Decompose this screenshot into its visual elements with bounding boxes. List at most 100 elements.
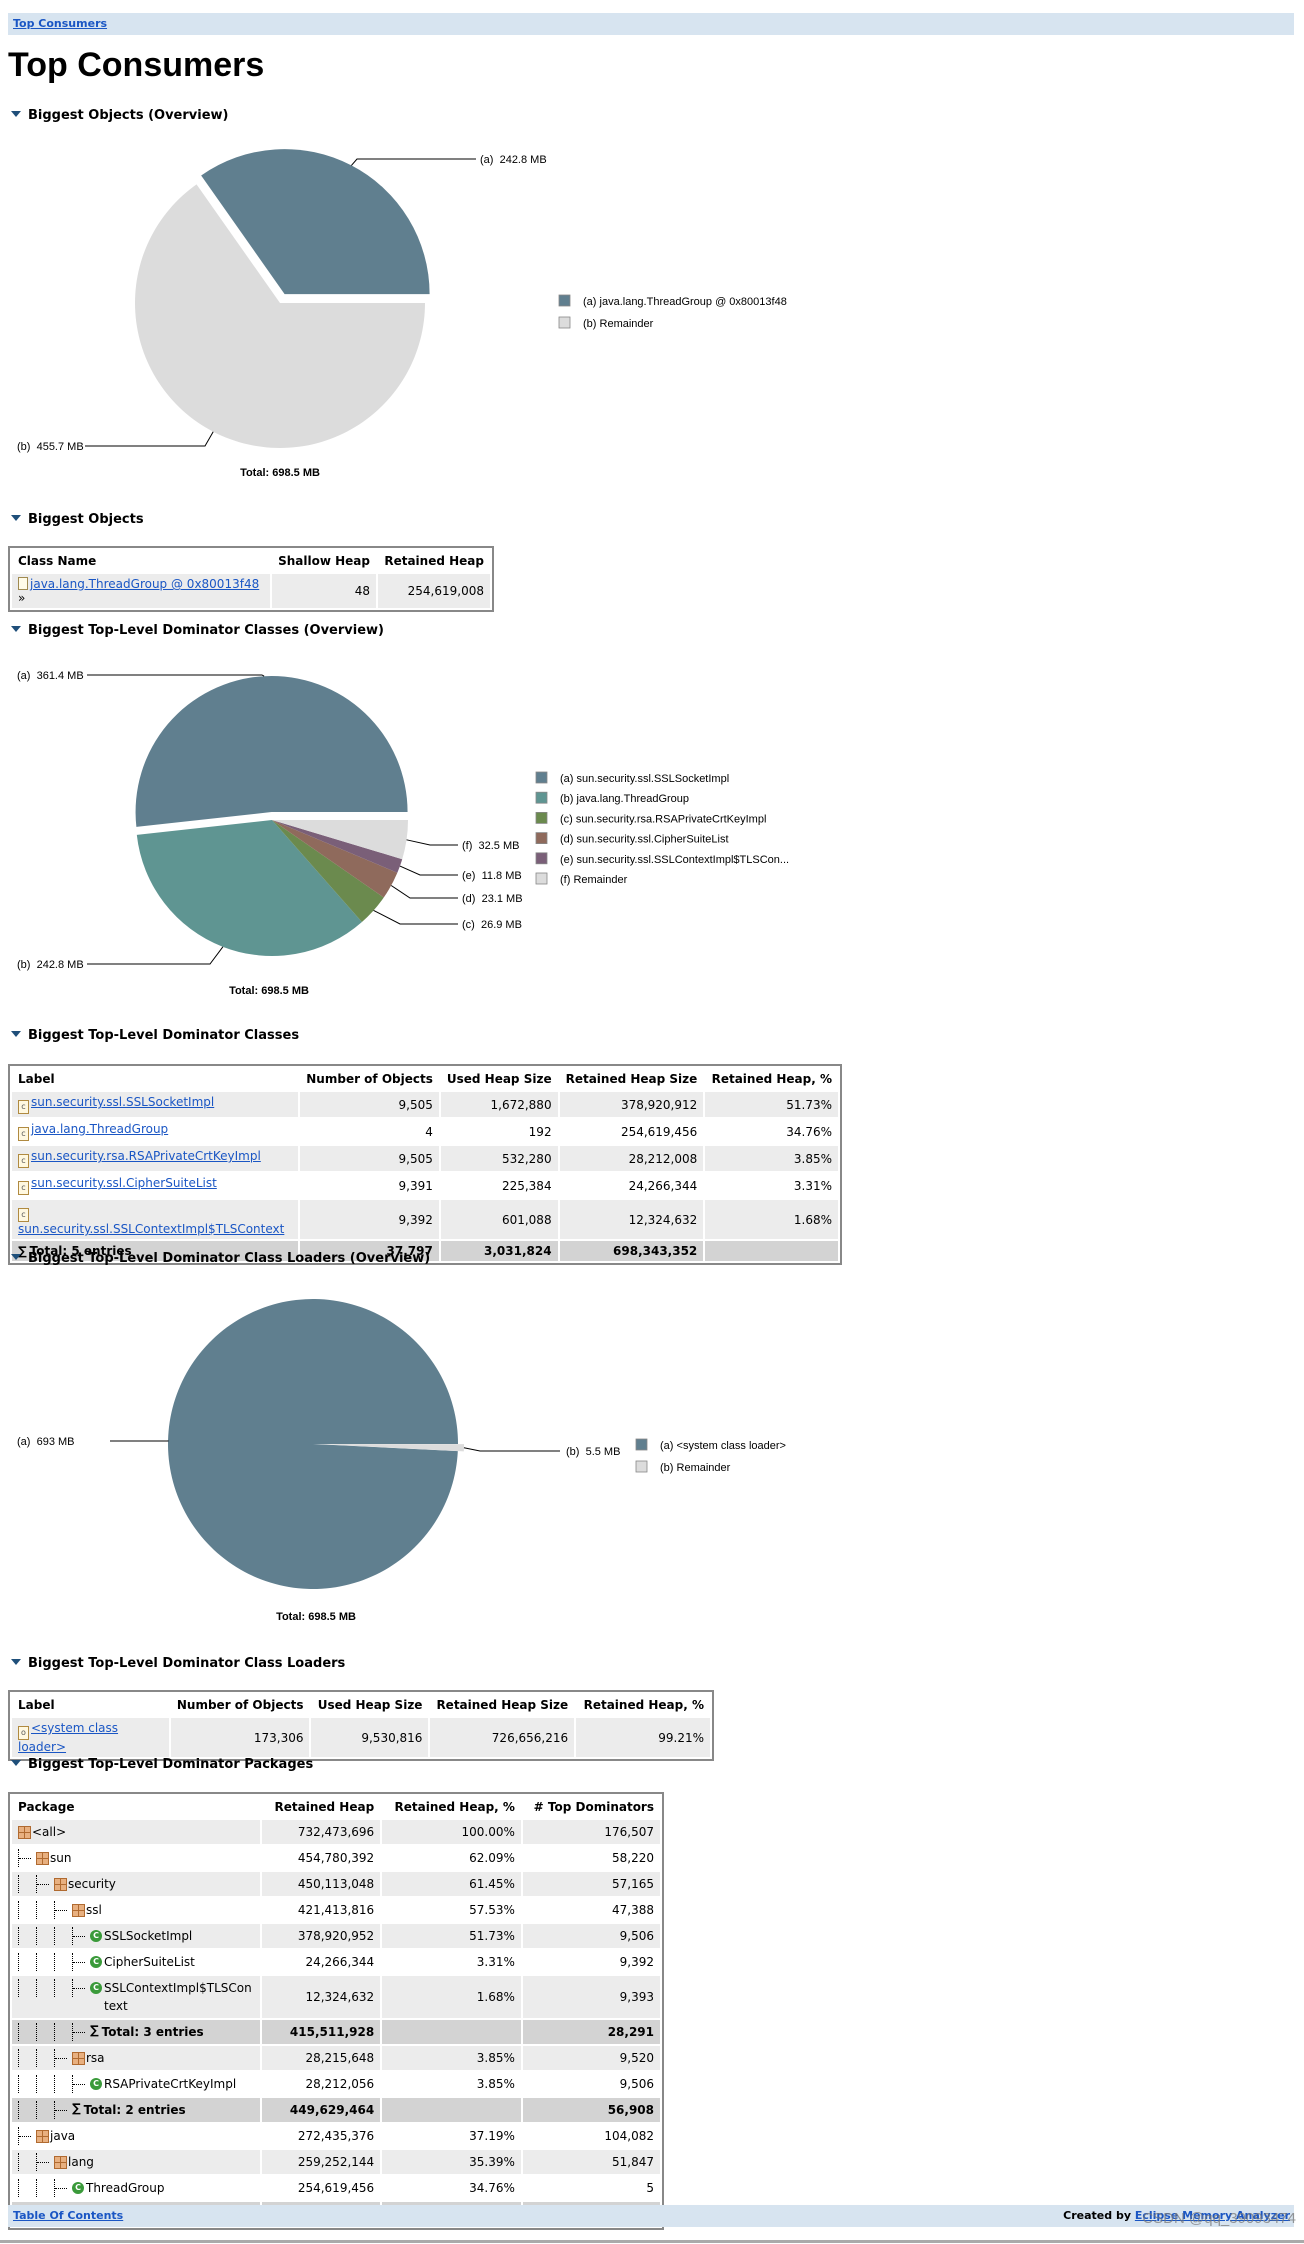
value-cell: 61.45% xyxy=(382,1872,521,1896)
tree-node: lang xyxy=(18,2153,254,2171)
legend-tag: (a) xyxy=(583,296,596,308)
object-link[interactable]: <system class loader> xyxy=(18,1721,118,1754)
package-label: SSLSocketImpl xyxy=(104,1929,193,1943)
tree-row[interactable]: C CipherSuiteList 24,266,344 3.31% 9,392 xyxy=(12,1950,660,1974)
object-link[interactable]: sun.security.ssl.SSLSocketImpl xyxy=(31,1095,214,1109)
column-header[interactable]: Retained Heap Size xyxy=(559,1068,704,1090)
tree-guide xyxy=(36,2101,54,2119)
tree-row[interactable]: rsa 28,215,648 3.85% 9,520 xyxy=(12,2046,660,2070)
value-cell: 449,629,464 xyxy=(261,2098,381,2122)
value-cell: 37.19% xyxy=(382,2124,521,2148)
tree-connector xyxy=(72,1927,90,1945)
total-row[interactable]: ∑ Total: 3 entries 415,511,928 28,291 xyxy=(12,2020,660,2044)
legend-swatch xyxy=(535,791,548,804)
tree-row[interactable]: security 450,113,048 61.45% 57,165 xyxy=(12,1872,660,1896)
tree-row[interactable]: java 272,435,376 37.19% 104,082 xyxy=(12,2124,660,2148)
package-cell: C SSLContextImpl$TLSContext xyxy=(12,1976,260,2018)
section-dominator-packages[interactable]: Biggest Top-Level Dominator Packages xyxy=(11,1757,313,1772)
legend-swatch xyxy=(535,771,548,784)
context-menu-chevron[interactable]: » xyxy=(18,591,25,605)
tree-guide xyxy=(18,2075,36,2093)
slice-value: 242.8 MB xyxy=(500,154,547,166)
collapse-triangle-icon xyxy=(11,1659,21,1665)
slice-tag: (a) xyxy=(480,154,493,166)
total-row[interactable]: ∑ Total: 2 entries 449,629,464 56,908 xyxy=(12,2098,660,2122)
collapse-triangle-icon xyxy=(11,626,21,632)
column-header[interactable]: Retained Heap, % xyxy=(705,1068,838,1090)
table-row[interactable]: c sun.security.rsa.RSAPrivateCrtKeyImpl 9,… xyxy=(12,1146,838,1171)
leader-line xyxy=(373,909,458,925)
column-header[interactable]: Number of Objects xyxy=(300,1068,439,1090)
column-header[interactable]: Label xyxy=(12,1694,169,1716)
tree-guide xyxy=(54,1927,72,1945)
slice-tag: (c) xyxy=(462,919,475,931)
table-row[interactable]: java.lang.ThreadGroup @ 0x80013f48 » 48 25… xyxy=(12,574,490,608)
table-row[interactable]: c sun.security.ssl.CipherSuiteList 9,391 22… xyxy=(12,1173,838,1198)
legend-swatch xyxy=(558,294,571,307)
table-of-contents-link[interactable]: Table Of Contents xyxy=(13,2209,123,2222)
tree-row[interactable]: C SSLContextImpl$TLSContext 12,324,632 1.68… xyxy=(12,1976,660,2018)
column-header[interactable]: Used Heap Size xyxy=(311,1694,429,1716)
section-biggest-objects-overview[interactable]: Biggest Objects (Overview) xyxy=(11,108,228,123)
column-header[interactable]: Retained Heap xyxy=(378,550,490,572)
tree-row[interactable]: C RSAPrivateCrtKeyImpl 28,212,056 3.85% 9,50… xyxy=(12,2072,660,2096)
package-label: security xyxy=(68,1877,116,1891)
tree-guide xyxy=(18,1979,36,1997)
legend-entry: (b) java.lang.ThreadGroup xyxy=(560,793,689,805)
section-biggest-objects[interactable]: Biggest Objects xyxy=(11,512,144,527)
label-cell: c sun.security.ssl.SSLSocketImpl xyxy=(12,1092,299,1117)
value-cell: 56,908 xyxy=(522,2098,660,2122)
tree-row[interactable]: ssl 421,413,816 57.53% 47,388 xyxy=(12,1898,660,1922)
section-dominator-classes[interactable]: Biggest Top-Level Dominator Classes xyxy=(11,1028,299,1043)
tree-guide xyxy=(54,2075,72,2093)
slice-value-label: (a) 361.4 MB xyxy=(17,670,84,682)
object-link[interactable]: sun.security.ssl.CipherSuiteList xyxy=(31,1176,217,1190)
column-header[interactable]: Class Name xyxy=(12,550,271,572)
watermark: CSDN @qq_39093474 xyxy=(1142,2210,1296,2227)
tree-node: ∑ Total: 3 entries xyxy=(18,2023,254,2041)
object-icon xyxy=(18,577,28,590)
section-title: Biggest Top-Level Dominator Class Loader… xyxy=(28,1656,346,1671)
column-header[interactable]: Retained Heap Size xyxy=(430,1694,575,1716)
column-header[interactable]: Retained Heap xyxy=(261,1796,381,1818)
top-consumers-link[interactable]: Top Consumers xyxy=(13,17,107,30)
tree-row[interactable]: sun 454,780,392 62.09% 58,220 xyxy=(12,1846,660,1870)
column-header[interactable]: Shallow Heap xyxy=(272,550,376,572)
object-link[interactable]: java.lang.ThreadGroup @ 0x80013f48 xyxy=(30,577,259,591)
section-dominator-classes-overview[interactable]: Biggest Top-Level Dominator Classes (Ove… xyxy=(11,623,384,638)
column-header[interactable]: Retained Heap, % xyxy=(576,1694,710,1716)
tree-row[interactable]: C SSLSocketImpl 378,920,952 51.73% 9,506 xyxy=(12,1924,660,1948)
column-header[interactable]: Number of Objects xyxy=(170,1694,310,1716)
tree-row[interactable]: lang 259,252,144 35.39% 51,847 xyxy=(12,2150,660,2174)
object-link[interactable]: sun.security.rsa.RSAPrivateCrtKeyImpl xyxy=(31,1149,261,1163)
footer-bar: Table Of Contents Created by Eclipse Mem… xyxy=(8,2205,1294,2227)
object-link[interactable]: sun.security.ssl.SSLContextImpl$TLSConte… xyxy=(18,1222,284,1236)
value-cell: 34.76% xyxy=(382,2176,521,2200)
chart-total-label: Total: 698.5 MB xyxy=(229,985,309,997)
column-header[interactable]: Used Heap Size xyxy=(440,1068,558,1090)
section-class-loaders-overview[interactable]: Biggest Top-Level Dominator Class Loader… xyxy=(11,1251,430,1266)
section-class-loaders[interactable]: Biggest Top-Level Dominator Class Loader… xyxy=(11,1656,345,1671)
tree-connector xyxy=(54,1901,72,1919)
column-header[interactable]: Label xyxy=(12,1068,299,1090)
tree-row[interactable]: C ThreadGroup 254,619,456 34.76% 5 xyxy=(12,2176,660,2200)
table-row[interactable]: csun.security.ssl.SSLContextImpl$TLSCont… xyxy=(12,1200,838,1239)
pie-slice-a xyxy=(135,676,408,827)
table-row[interactable]: o <system class loader> 173,306 9,530,816 72… xyxy=(12,1718,710,1757)
slice-value-label: (a) 693 MB xyxy=(17,1436,75,1448)
value-cell: 35.39% xyxy=(382,2150,521,2174)
table-row[interactable]: c sun.security.ssl.SSLSocketImpl 9,505 1,67… xyxy=(12,1092,838,1117)
value-cell xyxy=(382,2020,521,2044)
column-header[interactable]: # Top Dominators xyxy=(522,1796,660,1818)
slice-value: 23.1 MB xyxy=(482,893,523,905)
tree-row[interactable]: <all> 732,473,696 100.00% 176,507 xyxy=(12,1820,660,1844)
value-cell: 254,619,456 xyxy=(559,1119,704,1144)
column-header[interactable]: Retained Heap, % xyxy=(382,1796,521,1818)
table-row[interactable]: c java.lang.ThreadGroup 4 192 254,619,456 34.… xyxy=(12,1119,838,1144)
label-cell: c sun.security.rsa.RSAPrivateCrtKeyImpl xyxy=(12,1146,299,1171)
object-link[interactable]: java.lang.ThreadGroup xyxy=(31,1122,168,1136)
section-title: Biggest Objects xyxy=(28,512,144,527)
slice-tag: (e) xyxy=(462,870,475,882)
column-header[interactable]: Package xyxy=(12,1796,260,1818)
value-cell: 51.73% xyxy=(705,1092,838,1117)
